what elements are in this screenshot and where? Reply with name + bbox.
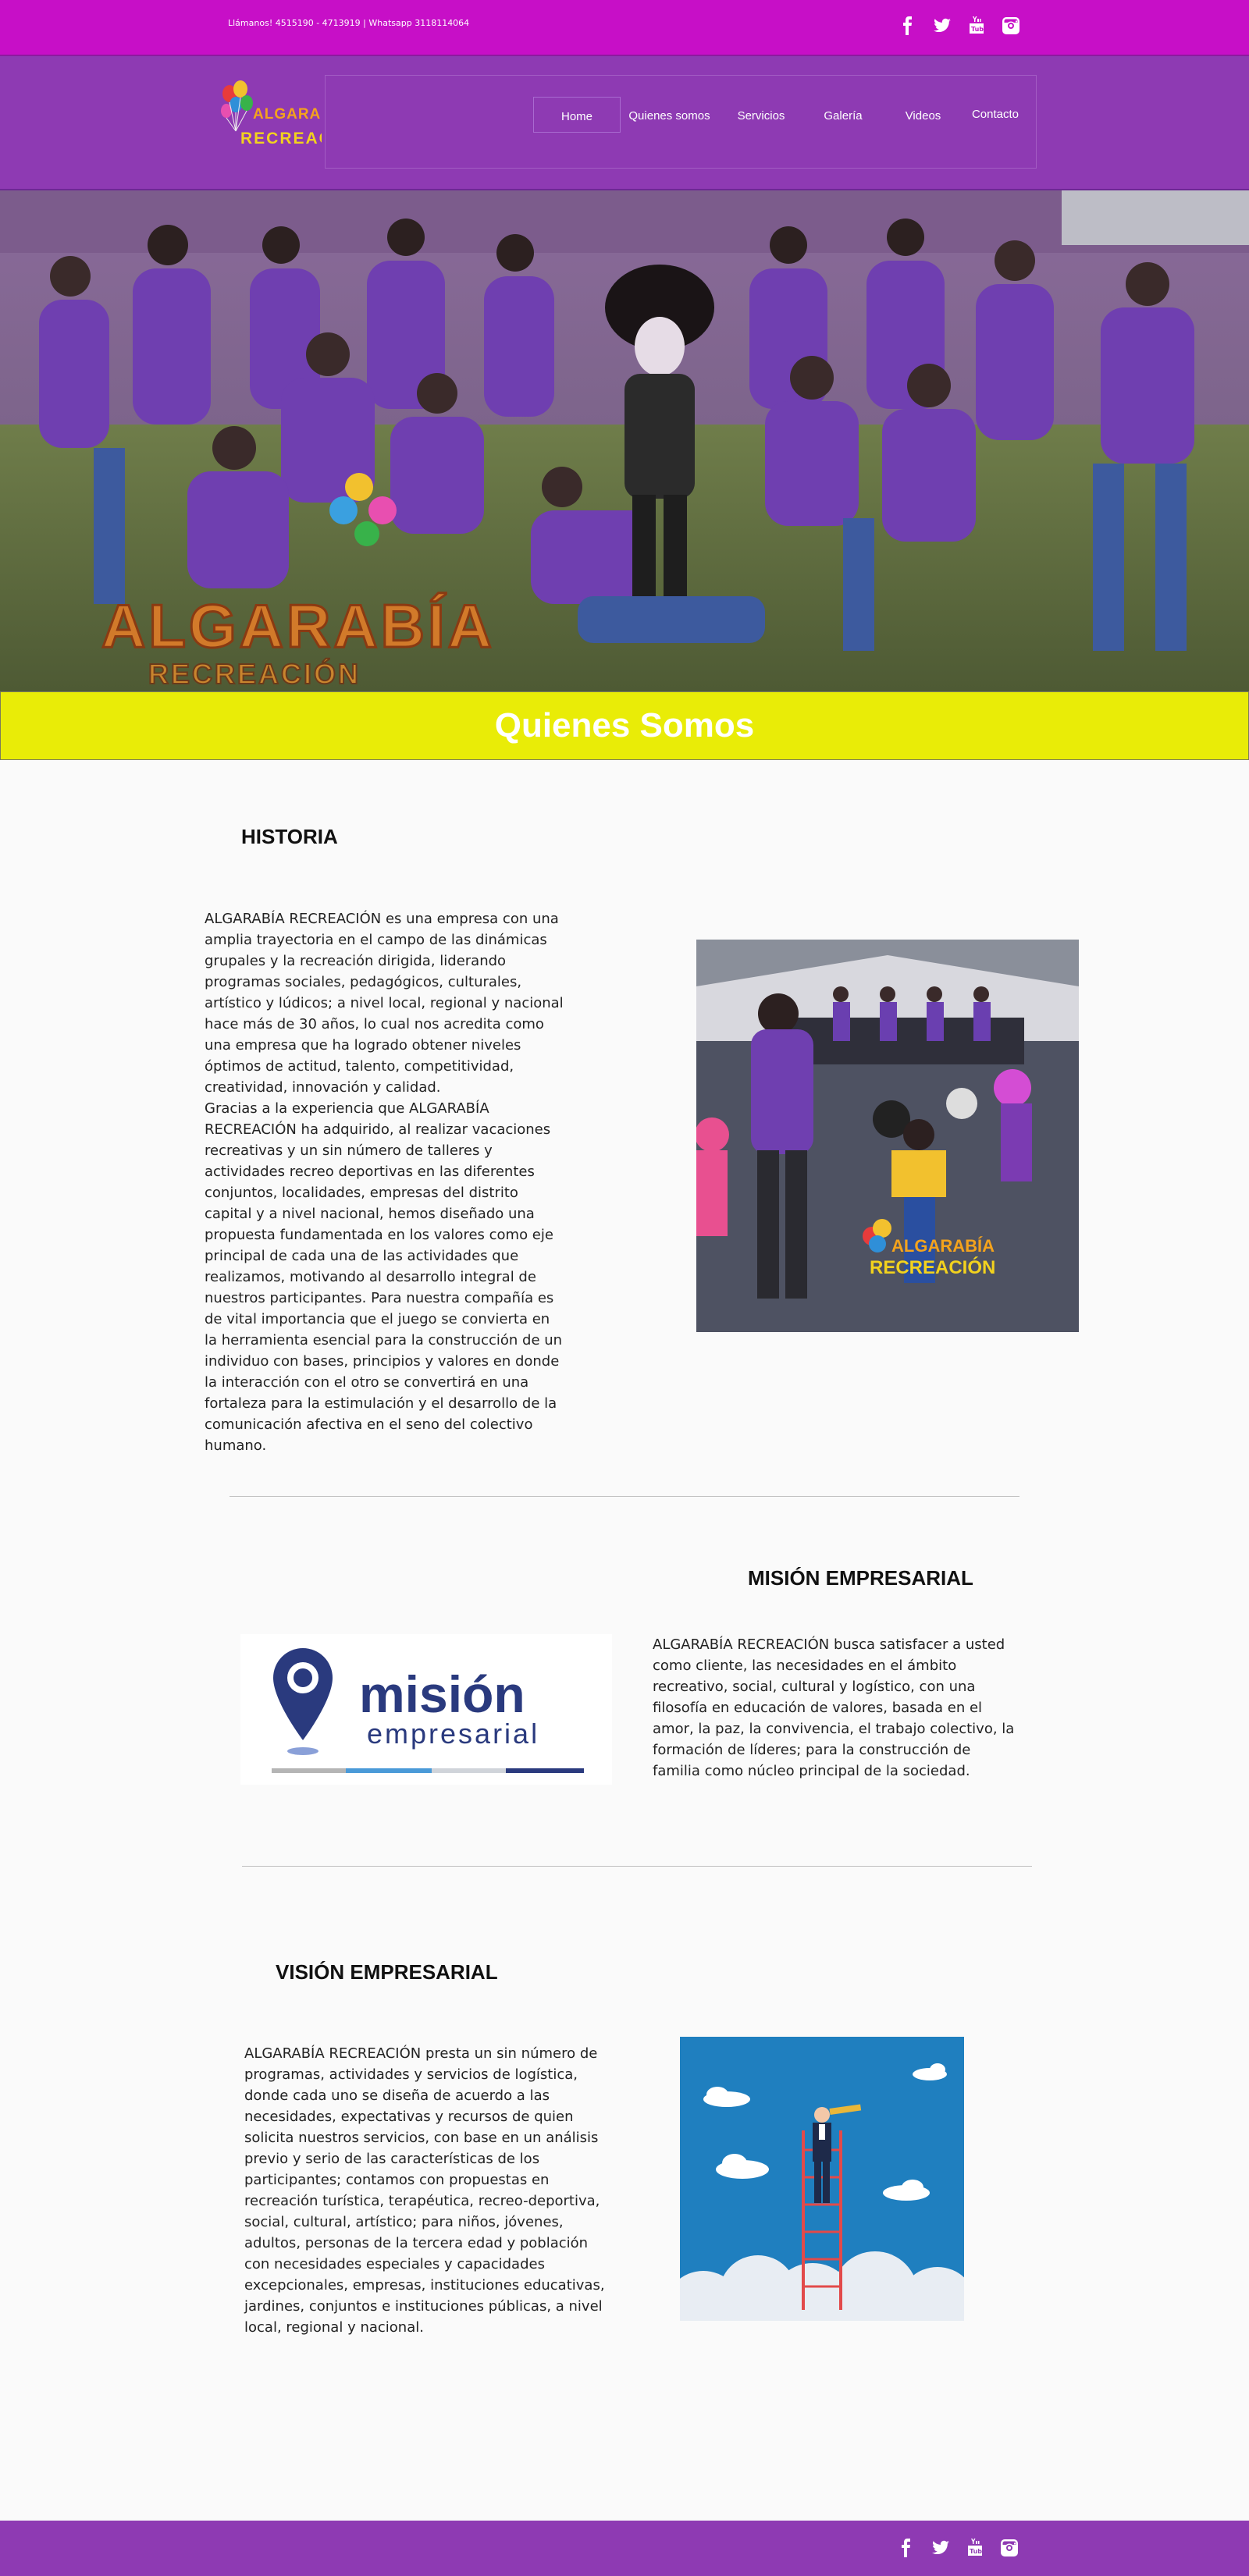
twitter-icon[interactable] — [931, 2538, 951, 2558]
social-links-footer: Tube — [896, 2538, 1019, 2558]
facebook-icon[interactable] — [898, 16, 918, 36]
quienes-somos-banner: Quienes Somos — [0, 691, 1249, 760]
vision-text: ALGARABÍA RECREACIÓN presta un sin númer… — [244, 2045, 605, 2336]
nav-contacto[interactable]: Contacto — [964, 97, 1027, 131]
mision-image: misión empresarial — [240, 1634, 612, 1785]
nav-servicios[interactable]: Servicios — [718, 97, 804, 131]
logo-line1: ALGARABÍA — [253, 105, 322, 123]
historia-text: ALGARABÍA RECREACIÓN es una empresa con … — [205, 911, 564, 1454]
contact-info: Llámanos! 4515190 - 4713919 | Whatsapp 3… — [228, 18, 470, 28]
nav-galeria[interactable]: Galería — [804, 97, 882, 131]
footer: Tube — [0, 2521, 1249, 2576]
instagram-icon[interactable] — [999, 2538, 1019, 2558]
logo-line2: RECREACIÓN — [240, 129, 322, 147]
instagram-icon[interactable] — [1001, 16, 1021, 36]
youtube-icon[interactable]: Tube — [965, 2538, 985, 2558]
hero-watermark-line2: RECREACIÓN — [148, 657, 361, 690]
twitter-icon[interactable] — [932, 16, 952, 36]
top-contact-bar: Llámanos! 4515190 - 4713919 | Whatsapp 3… — [0, 0, 1249, 56]
banner-title: Quienes Somos — [494, 706, 755, 744]
photo-logo-line2: RECREACIÓN — [870, 1256, 995, 1278]
vision-title: VISIÓN EMPRESARIAL — [276, 1960, 498, 1984]
svg-text:Tube: Tube — [970, 2548, 984, 2555]
facebook-icon[interactable] — [896, 2538, 916, 2558]
photo-logo-line1: ALGARABÍA — [891, 1236, 995, 1256]
nav-home[interactable]: Home — [533, 97, 621, 133]
hero-group-photo: ALGARABÍA RECREACIÓN — [0, 190, 1249, 691]
section-divider — [230, 1496, 1019, 1497]
main-nav: Home Quienes somos Servicios Galería Vid… — [533, 97, 1027, 133]
nav-videos[interactable]: Videos — [882, 97, 964, 131]
social-links-top: Tube — [898, 16, 1021, 36]
section-divider-2 — [242, 1866, 1032, 1867]
mision-logo-word: misión — [359, 1665, 525, 1723]
nav-quienes-somos[interactable]: Quienes somos — [621, 97, 718, 131]
mision-text: ALGARABÍA RECREACIÓN busca satisfacer a … — [653, 1636, 1015, 1779]
svg-text:Tube: Tube — [971, 26, 986, 33]
algarabia-logo[interactable]: ALGARABÍA RECREACIÓN — [212, 76, 365, 158]
youtube-icon[interactable]: Tube — [966, 16, 987, 36]
mision-logo-sub: empresarial — [367, 1718, 539, 1750]
hero-watermark-line1: ALGARABÍA — [101, 592, 495, 660]
mision-title: MISIÓN EMPRESARIAL — [748, 1566, 973, 1590]
historia-photo: ALGARABÍA RECREACIÓN — [695, 940, 1079, 1332]
vision-illustration — [664, 2037, 977, 2349]
historia-title: HISTORIA — [241, 825, 338, 848]
